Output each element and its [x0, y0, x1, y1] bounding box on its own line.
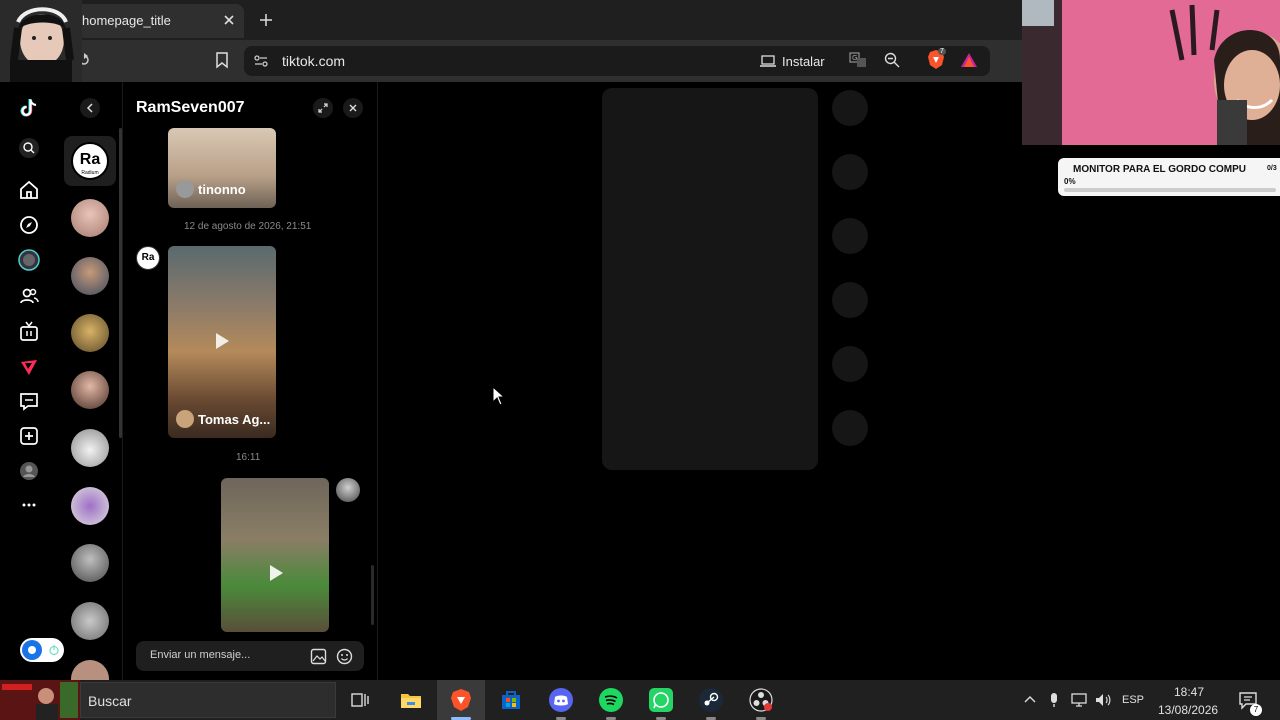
stream-thumbnail — [0, 680, 80, 720]
site-settings-icon[interactable] — [252, 52, 270, 70]
bookmark-icon[interactable] — [213, 51, 231, 69]
conversation-avatar[interactable] — [71, 487, 109, 525]
mouse-cursor-icon — [492, 386, 506, 406]
author-name: tinonno — [198, 181, 246, 197]
new-tab-icon[interactable] — [257, 11, 275, 29]
svg-text:G: G — [852, 54, 857, 62]
close-icon[interactable] — [343, 98, 363, 118]
conversation-avatar[interactable] — [71, 199, 109, 237]
profile-avatar-icon[interactable] — [18, 249, 40, 271]
message-timestamp: 16:11 — [236, 452, 261, 463]
author-avatar — [176, 180, 194, 198]
zoom-out-icon[interactable] — [883, 51, 901, 69]
conversation-avatar[interactable] — [71, 544, 109, 582]
address-bar[interactable] — [244, 46, 990, 76]
author-name: Tomas Ag... — [198, 411, 271, 427]
close-tab-icon[interactable] — [221, 12, 237, 28]
goal-title: MONITOR PARA EL GORDO COMPU — [1073, 164, 1246, 175]
expand-icon[interactable] — [313, 98, 333, 118]
microphone-icon[interactable] — [1047, 692, 1061, 708]
my-avatar[interactable] — [336, 478, 360, 502]
upload-icon[interactable] — [18, 425, 40, 447]
clock-date[interactable]: 13/08/2026 — [1158, 703, 1218, 717]
shared-video-card[interactable] — [221, 478, 329, 632]
notification-count-badge: 7 — [1250, 704, 1262, 716]
following-icon[interactable] — [18, 285, 40, 307]
discord-icon[interactable] — [549, 688, 573, 712]
install-app-button[interactable]: Instalar — [760, 50, 825, 72]
action-placeholder — [832, 218, 868, 254]
goal-count: 0/3 — [1267, 165, 1277, 172]
shared-video-card[interactable]: Tomas Ag... — [168, 246, 276, 438]
action-placeholder — [832, 90, 868, 126]
tab-title: homepage_title — [82, 13, 171, 28]
conversation-avatar-active[interactable]: Ra Radium — [71, 142, 109, 180]
power-icon — [48, 644, 60, 656]
tiktok-logo-icon[interactable] — [18, 97, 40, 119]
home-icon[interactable] — [18, 179, 40, 201]
conversation-avatar[interactable] — [71, 314, 109, 352]
tiktok-sidebar — [0, 82, 58, 680]
message-input-placeholder: Enviar un mensaje... — [150, 649, 251, 661]
file-explorer-icon[interactable] — [399, 688, 423, 712]
radium-badge-sub: Radium — [81, 170, 99, 176]
action-placeholder — [832, 282, 868, 318]
chat-title[interactable]: RamSeven007 — [136, 99, 245, 117]
conversation-avatar[interactable] — [71, 257, 109, 295]
webcam-overlay-right — [1022, 0, 1280, 145]
url-text[interactable]: tiktok.com — [282, 53, 345, 69]
explore-icon[interactable] — [18, 214, 40, 236]
play-icon — [210, 330, 232, 352]
video-author: tinonno — [176, 180, 246, 198]
author-avatar — [176, 410, 194, 428]
shared-video-card[interactable]: tinonno — [168, 128, 276, 208]
emoji-icon[interactable] — [336, 648, 353, 665]
conversation-avatar[interactable] — [71, 429, 109, 467]
translate-icon[interactable]: G — [849, 51, 867, 69]
messages-icon[interactable] — [18, 390, 40, 412]
conversation-avatar[interactable] — [71, 602, 109, 640]
task-view-icon[interactable] — [348, 688, 372, 712]
action-placeholder — [832, 346, 868, 382]
obs-icon[interactable] — [749, 688, 773, 712]
toggle-knob-icon — [22, 640, 42, 660]
clock-time[interactable]: 18:47 — [1174, 685, 1204, 699]
install-label: Instalar — [782, 53, 825, 69]
network-icon[interactable] — [1070, 692, 1088, 708]
brave-rewards-icon[interactable] — [960, 51, 978, 69]
activity-icon[interactable] — [18, 356, 40, 378]
spotify-icon[interactable] — [599, 688, 623, 712]
play-icon — [264, 562, 286, 584]
laptop-icon — [760, 54, 776, 68]
message-timestamp: 12 de agosto de 2026, 21:51 — [184, 221, 312, 232]
video-loading-placeholder — [602, 88, 818, 470]
sender-avatar-text: Ra — [141, 252, 155, 263]
steam-icon[interactable] — [699, 688, 723, 712]
action-placeholder — [832, 154, 868, 190]
radium-badge-text: Ra — [79, 151, 101, 168]
microsoft-store-icon[interactable] — [499, 688, 523, 712]
goal-percent: 0% — [1064, 177, 1076, 186]
chat-scrollbar[interactable] — [371, 565, 374, 625]
brave-browser-icon[interactable] — [449, 688, 473, 712]
profile-icon[interactable] — [18, 460, 40, 482]
chevron-left-icon[interactable] — [80, 98, 100, 118]
whatsapp-icon[interactable] — [649, 688, 673, 712]
goal-progress-bar — [1064, 188, 1276, 192]
live-icon[interactable] — [18, 320, 40, 342]
video-author: Tomas Ag... — [176, 410, 270, 428]
input-language[interactable]: ESP — [1122, 694, 1144, 706]
chevron-up-icon[interactable] — [1022, 692, 1038, 708]
volume-icon[interactable] — [1094, 692, 1112, 708]
shield-count-badge: 7 — [938, 48, 946, 55]
taskbar-search-label: Buscar — [88, 693, 132, 709]
search-icon[interactable] — [18, 137, 40, 159]
conversation-avatar[interactable] — [71, 371, 109, 409]
action-placeholder — [832, 410, 868, 446]
sender-avatar[interactable]: Ra — [136, 246, 160, 270]
webcam-overlay-left — [0, 0, 82, 82]
more-icon[interactable] — [18, 494, 40, 516]
image-upload-icon[interactable] — [310, 648, 327, 665]
